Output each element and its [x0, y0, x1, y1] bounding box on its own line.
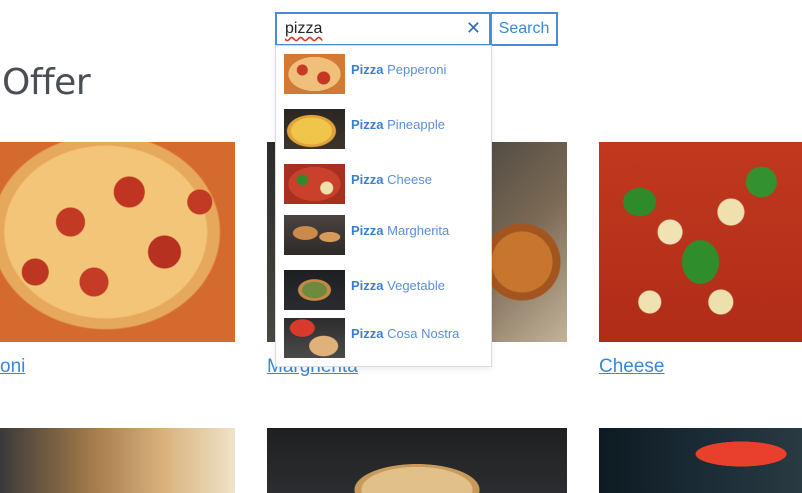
search-button[interactable]: Search [490, 12, 558, 46]
close-icon[interactable]: ✕ [466, 18, 481, 40]
suggestion-label: Pizza Pepperoni [351, 62, 447, 77]
suggestion-item-cheese[interactable]: Pizza Cheese [284, 164, 489, 206]
product-image[interactable] [599, 428, 802, 493]
suggestion-label: Pizza Cheese [351, 172, 432, 187]
suggestion-thumbnail [284, 215, 345, 255]
product-image[interactable] [0, 428, 235, 493]
product-image[interactable] [267, 428, 567, 493]
suggestion-thumbnail [284, 164, 345, 204]
suggestion-label: Pizza Margherita [351, 223, 450, 238]
product-image-pepperoni[interactable] [0, 142, 235, 342]
suggestion-thumbnail [284, 109, 345, 149]
suggestion-item-margherita[interactable]: Pizza Margherita [284, 215, 489, 257]
product-link-cheese[interactable]: Cheese [599, 356, 665, 378]
page-title: Offer [2, 62, 91, 103]
suggestion-item-pepperoni[interactable]: Pizza Pepperoni [284, 54, 489, 96]
suggestion-item-pineapple[interactable]: Pizza Pineapple [284, 109, 489, 151]
suggestion-label: Pizza Cosa Nostra [351, 326, 460, 341]
suggestion-label: Pizza Vegetable [351, 278, 445, 293]
suggestion-item-vegetable[interactable]: Pizza Vegetable [284, 270, 489, 312]
search-field[interactable]: pizza ✕ [275, 12, 491, 46]
search-input[interactable]: pizza [285, 20, 322, 38]
suggestion-thumbnail [284, 270, 345, 310]
product-image-cheese[interactable] [599, 142, 802, 342]
suggestion-item-cosa-nostra[interactable]: Pizza Cosa Nostra [284, 318, 489, 360]
product-link-pepperoni[interactable]: oni [0, 356, 25, 378]
suggestion-thumbnail [284, 318, 345, 358]
suggestion-thumbnail [284, 54, 345, 94]
suggestion-label: Pizza Pineapple [351, 117, 445, 132]
autocomplete-dropdown: Pizza Pepperoni Pizza Pineapple Pizza Ch… [275, 45, 492, 367]
